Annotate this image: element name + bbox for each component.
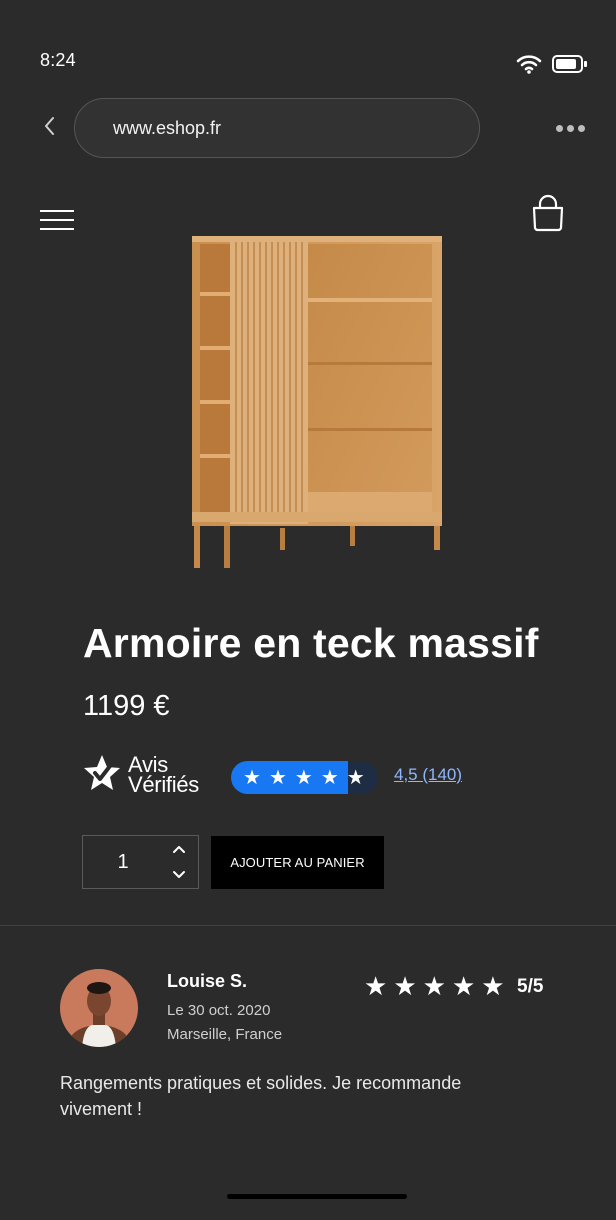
hamburger-menu-button[interactable] [40, 208, 76, 232]
star-icon: ★ [320, 767, 339, 789]
avatar [60, 969, 138, 1047]
star-icon: ★ [346, 767, 365, 789]
quantity-input[interactable] [83, 836, 163, 888]
battery-icon [552, 54, 588, 79]
star-icon: ★ [481, 971, 505, 1001]
shopping-bag-icon [530, 194, 566, 238]
product-price: 1199 € [83, 690, 170, 722]
star-icon: ★ [364, 971, 388, 1001]
product-image [180, 228, 450, 574]
back-button[interactable] [38, 114, 60, 142]
star-icon: ★ [422, 971, 446, 1001]
status-time: 8:24 [40, 50, 76, 70]
verified-star-icon [82, 753, 122, 798]
chevron-left-icon [43, 116, 55, 141]
review-stars: ★ ★ ★ ★ ★ [364, 972, 505, 1000]
home-indicator[interactable] [227, 1194, 407, 1199]
cart-button[interactable] [530, 194, 566, 234]
star-icon: ★ [268, 767, 287, 789]
address-bar[interactable]: www.eshop.fr [74, 98, 480, 158]
chevron-up-icon [172, 841, 186, 859]
reviews-link[interactable]: 4,5 (140) [394, 765, 462, 785]
review-score: 5/5 [517, 976, 544, 997]
hamburger-menu-icon [40, 210, 74, 212]
reviewer-name: Louise S. [167, 971, 248, 991]
add-to-cart-button[interactable]: AJOUTER AU PANIER [211, 836, 384, 889]
chevron-down-icon [172, 867, 186, 885]
quantity-increase-button[interactable] [170, 842, 188, 858]
divider [0, 925, 616, 926]
star-icon: ★ [451, 971, 476, 1001]
wifi-icon [516, 54, 542, 79]
rating-stars: ★ ★ ★ ★ ★ [231, 761, 378, 794]
avis-verifies-logo: Avis Vérifiés [82, 754, 212, 796]
quantity-decrease-button[interactable] [170, 868, 188, 884]
url-text: www.eshop.fr [113, 117, 222, 138]
review-date: Le 30 oct. 2020 [167, 1002, 271, 1019]
more-options-button[interactable] [552, 118, 588, 138]
star-icon: ★ [294, 767, 313, 789]
quantity-stepper [82, 835, 199, 889]
logo-line-2: Vérifiés [128, 772, 199, 797]
star-icon: ★ [393, 971, 417, 1001]
review-text: Rangements pratiques et solides. Je reco… [60, 1073, 462, 1119]
product-title: Armoire en teck massif [83, 620, 539, 666]
star-icon: ★ [243, 767, 261, 789]
review-location: Marseille, France [167, 1026, 283, 1043]
status-icons [516, 54, 588, 79]
